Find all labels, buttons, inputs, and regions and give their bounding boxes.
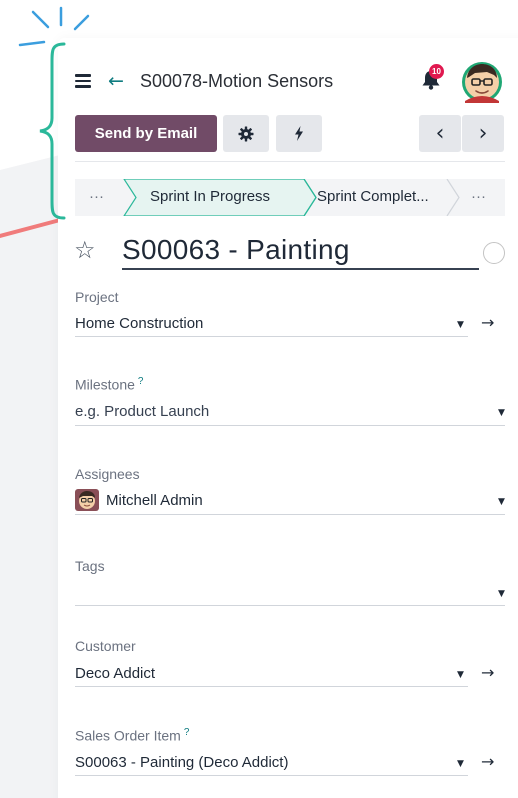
actions-button[interactable] xyxy=(276,115,322,152)
star-icon[interactable]: ☆ xyxy=(74,236,96,264)
back-arrow-icon[interactable]: ← xyxy=(108,70,124,92)
gear-icon xyxy=(238,126,254,141)
bolt-icon xyxy=(295,126,303,141)
caret-down-icon[interactable]: ▼ xyxy=(457,759,464,769)
caret-down-icon[interactable]: ▼ xyxy=(498,497,505,507)
previous-record-button[interactable]: ‹ xyxy=(419,115,461,152)
field-underline xyxy=(75,514,505,515)
caret-down-icon[interactable]: ▼ xyxy=(457,320,464,330)
help-tooltip-icon[interactable]: ? xyxy=(138,376,144,387)
caret-down-icon[interactable]: ▼ xyxy=(498,589,505,599)
stage-statusbar xyxy=(75,179,505,216)
chevron-right-icon: › xyxy=(478,120,488,146)
breadcrumb-record-title[interactable]: S00078-Motion Sensors xyxy=(140,71,333,92)
settings-button[interactable] xyxy=(223,115,269,152)
field-underline xyxy=(75,425,505,426)
sparkle-line xyxy=(31,10,50,29)
user-avatar[interactable] xyxy=(461,61,503,103)
project-field[interactable]: Home Construction xyxy=(75,315,203,332)
tags-field[interactable] xyxy=(75,605,505,606)
sales-order-item-label: Sales Order Item? xyxy=(75,727,190,744)
field-underline xyxy=(75,686,468,687)
status-circle-icon[interactable] xyxy=(483,242,505,264)
task-title-input[interactable]: S00063 - Painting xyxy=(122,234,350,266)
field-underline xyxy=(75,336,468,337)
pointer-line xyxy=(0,218,62,238)
external-link-arrow-icon[interactable]: → xyxy=(481,313,494,332)
divider xyxy=(75,161,505,162)
external-link-arrow-icon[interactable]: → xyxy=(481,752,494,771)
stage-sprint-complete[interactable]: Sprint Complet... xyxy=(317,188,429,205)
caret-down-icon[interactable]: ▼ xyxy=(498,408,505,418)
chevron-left-icon: ‹ xyxy=(435,120,445,146)
send-by-email-button[interactable]: Send by Email xyxy=(75,115,217,152)
assignee-tag[interactable]: Mitchell Admin xyxy=(106,492,203,509)
customer-label: Customer xyxy=(75,638,136,654)
project-label: Project xyxy=(75,289,119,305)
milestone-label: Milestone? xyxy=(75,376,144,393)
notification-badge: 10 xyxy=(429,64,444,79)
sparkle-line xyxy=(73,14,90,31)
customer-field[interactable]: Deco Addict xyxy=(75,665,155,682)
caret-down-icon[interactable]: ▼ xyxy=(457,670,464,680)
task-title-underline xyxy=(122,268,479,270)
stage-more-right[interactable]: ··· xyxy=(471,188,486,205)
stage-sprint-in-progress[interactable]: Sprint In Progress xyxy=(150,188,270,205)
assignee-avatar xyxy=(75,489,99,511)
assignees-label: Assignees xyxy=(75,466,140,482)
field-underline xyxy=(75,775,468,776)
sales-order-item-field[interactable]: S00063 - Painting (Deco Addict) xyxy=(75,754,288,771)
menu-icon[interactable] xyxy=(75,74,91,88)
help-tooltip-icon[interactable]: ? xyxy=(184,727,190,738)
external-link-arrow-icon[interactable]: → xyxy=(481,663,494,682)
milestone-field[interactable]: e.g. Product Launch xyxy=(75,403,209,420)
tags-label: Tags xyxy=(75,558,105,574)
next-record-button[interactable]: › xyxy=(462,115,504,152)
stage-more-left[interactable]: ··· xyxy=(89,188,104,205)
brace-annotation xyxy=(39,42,66,220)
